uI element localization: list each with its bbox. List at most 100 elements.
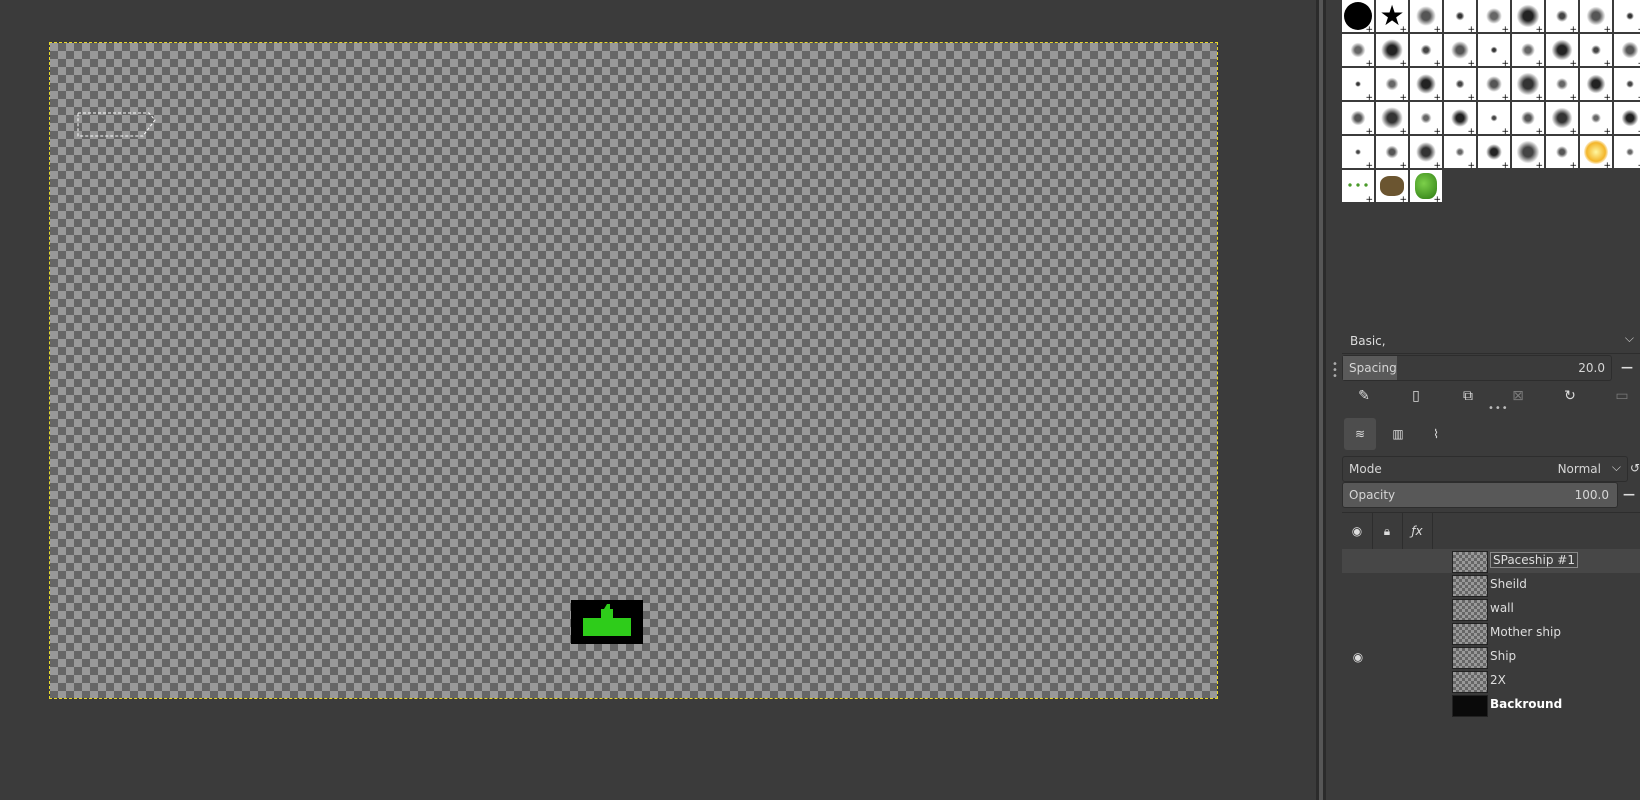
- brush-item[interactable]: [1546, 0, 1578, 32]
- brush-item[interactable]: [1512, 136, 1544, 168]
- brush-item[interactable]: [1444, 68, 1476, 100]
- brush-item[interactable]: [1512, 34, 1544, 66]
- brush-item[interactable]: [1512, 0, 1544, 32]
- layer-thumbnail[interactable]: [1452, 575, 1488, 597]
- paths-icon[interactable]: ⌇: [1420, 418, 1452, 450]
- brush-item[interactable]: [1342, 68, 1374, 100]
- fx-icon[interactable]: ƒx: [1402, 513, 1433, 549]
- brush-item[interactable]: [1342, 136, 1374, 168]
- channels-icon[interactable]: ▥: [1382, 418, 1414, 450]
- brush-grid[interactable]: ★: [1342, 0, 1640, 202]
- brush-item[interactable]: [1410, 170, 1442, 202]
- layers-list[interactable]: SPaceship #1 Sheild wall Mother ship ◉ Ship 2X…: [1342, 549, 1640, 717]
- eye-icon[interactable]: [1348, 623, 1368, 643]
- layer-row[interactable]: ◉ Ship: [1342, 645, 1640, 669]
- brush-item[interactable]: [1614, 136, 1640, 168]
- layer-row[interactable]: Mother ship: [1342, 621, 1640, 645]
- brush-item[interactable]: [1410, 34, 1442, 66]
- spacing-slider[interactable]: Spacing 20.0: [1342, 355, 1612, 381]
- brush-item[interactable]: [1478, 102, 1510, 134]
- brush-item[interactable]: [1546, 34, 1578, 66]
- spacing-decrease-button[interactable]: —: [1618, 355, 1636, 379]
- opacity-value[interactable]: 100.0: [1575, 488, 1609, 502]
- duplicate-brush-icon[interactable]: ⧉: [1456, 385, 1480, 407]
- brush-item[interactable]: [1614, 0, 1640, 32]
- brush-item[interactable]: [1376, 68, 1408, 100]
- layer-thumbnail[interactable]: [1452, 623, 1488, 645]
- eye-icon[interactable]: ◉: [1342, 513, 1373, 549]
- brush-item[interactable]: [1342, 170, 1374, 202]
- brush-item[interactable]: [1444, 34, 1476, 66]
- brush-item[interactable]: [1376, 102, 1408, 134]
- brush-item[interactable]: [1546, 136, 1578, 168]
- layer-row[interactable]: Sheild: [1342, 573, 1640, 597]
- brush-item[interactable]: [1580, 0, 1612, 32]
- brush-item[interactable]: [1444, 0, 1476, 32]
- brush-item[interactable]: [1376, 34, 1408, 66]
- brush-item[interactable]: [1580, 136, 1612, 168]
- reset-mode-icon[interactable]: ↺: [1630, 456, 1640, 480]
- layer-thumbnail[interactable]: [1452, 599, 1488, 621]
- layer-thumbnail[interactable]: [1452, 671, 1488, 693]
- eye-icon[interactable]: [1348, 575, 1368, 595]
- brush-item[interactable]: [1614, 34, 1640, 66]
- layer-thumbnail[interactable]: [1452, 551, 1488, 573]
- layer-row[interactable]: wall: [1342, 597, 1640, 621]
- brush-item[interactable]: [1444, 136, 1476, 168]
- brush-item[interactable]: [1478, 68, 1510, 100]
- layer-row[interactable]: 2X: [1342, 669, 1640, 693]
- layer-name-edit-field[interactable]: SPaceship #1: [1490, 552, 1578, 568]
- mode-value[interactable]: Normal: [1558, 462, 1601, 476]
- brush-tag-text[interactable]: Basic,: [1350, 334, 1386, 348]
- eye-icon[interactable]: [1348, 599, 1368, 619]
- layer-row[interactable]: Backround: [1342, 693, 1640, 717]
- spacing-value[interactable]: 20.0: [1578, 361, 1605, 375]
- layer-name[interactable]: wall: [1490, 601, 1514, 615]
- new-brush-icon[interactable]: ▯: [1404, 385, 1428, 407]
- brush-item[interactable]: [1580, 34, 1612, 66]
- brush-item[interactable]: [1580, 68, 1612, 100]
- layer-name[interactable]: 2X: [1490, 673, 1506, 687]
- dock-grip-handle[interactable]: • • •: [1332, 360, 1338, 382]
- brush-item[interactable]: [1512, 68, 1544, 100]
- eye-icon[interactable]: ◉: [1348, 647, 1368, 667]
- delete-brush-icon[interactable]: ⊠: [1506, 385, 1530, 407]
- brush-item[interactable]: [1342, 102, 1374, 134]
- brush-item[interactable]: [1478, 0, 1510, 32]
- layer-name[interactable]: Ship: [1490, 649, 1516, 663]
- brush-item[interactable]: [1410, 102, 1442, 134]
- brush-item[interactable]: [1512, 102, 1544, 134]
- brush-item[interactable]: [1478, 136, 1510, 168]
- eye-icon[interactable]: [1348, 695, 1368, 715]
- brush-item[interactable]: [1342, 34, 1374, 66]
- open-as-image-icon[interactable]: ▭: [1610, 385, 1634, 407]
- layer-row[interactable]: SPaceship #1: [1342, 549, 1640, 573]
- brush-item[interactable]: [1580, 102, 1612, 134]
- more-options-handle[interactable]: •••: [1488, 403, 1509, 414]
- brush-item[interactable]: [1342, 0, 1374, 32]
- opacity-decrease-button[interactable]: —: [1620, 482, 1638, 506]
- brush-item[interactable]: [1478, 34, 1510, 66]
- layer-mode-select[interactable]: Mode Normal ⌵: [1342, 456, 1628, 482]
- brush-item[interactable]: [1614, 68, 1640, 100]
- eye-icon[interactable]: [1348, 551, 1368, 571]
- layer-name[interactable]: Mother ship: [1490, 625, 1561, 639]
- brush-item[interactable]: [1546, 68, 1578, 100]
- edit-brush-icon[interactable]: ✎: [1352, 385, 1376, 407]
- chevron-down-icon[interactable]: ⌵: [1612, 460, 1621, 475]
- opacity-slider[interactable]: Opacity 100.0: [1342, 482, 1618, 508]
- layer-thumbnail[interactable]: [1452, 647, 1488, 669]
- chevron-down-icon[interactable]: ⌵: [1625, 331, 1634, 346]
- brush-item[interactable]: [1546, 102, 1578, 134]
- brush-item[interactable]: [1410, 68, 1442, 100]
- brush-item[interactable]: [1444, 102, 1476, 134]
- brush-item[interactable]: [1376, 170, 1408, 202]
- layers-icon[interactable]: ≋: [1344, 418, 1376, 450]
- brush-item[interactable]: [1376, 136, 1408, 168]
- refresh-brushes-icon[interactable]: ↻: [1558, 385, 1582, 407]
- layer-name[interactable]: Backround: [1490, 697, 1562, 711]
- layer-thumbnail[interactable]: [1452, 695, 1488, 717]
- dock-separator[interactable]: [1316, 0, 1326, 800]
- brush-tag-filter[interactable]: Basic, ⌵: [1342, 329, 1640, 354]
- layer-name[interactable]: Sheild: [1490, 577, 1527, 591]
